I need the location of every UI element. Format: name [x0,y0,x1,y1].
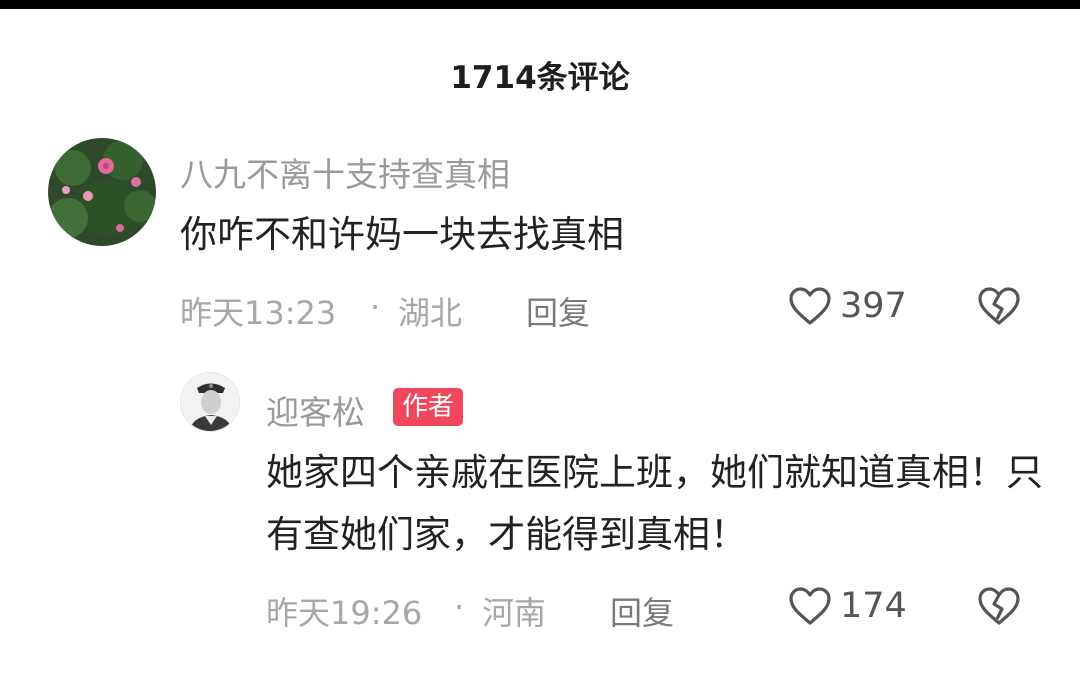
soldier-portrait-avatar-icon [181,373,239,431]
comment-location: 河南 [482,594,547,632]
heart-outline-icon[interactable] [788,586,832,634]
reply-button[interactable]: 回复 [526,288,590,334]
comment-time: 昨天13:23 [180,294,337,332]
comments-page: 1714条评论 八九不离十支持查真相 你咋不和许妈一块去找真相 昨天13:23 [0,0,1080,676]
reply-button[interactable]: 回复 [610,588,674,634]
author-badge: 作者 [393,388,464,426]
status-bar-edge [0,0,1080,9]
meta-separator: · [454,588,465,626]
comment-location: 湖北 [398,294,463,332]
flower-avatar-icon [48,138,156,246]
comment-meta: 昨天13:23 · 湖北 回复 397 [0,282,1080,332]
heart-outline-icon[interactable] [788,286,832,334]
user-avatar[interactable] [48,138,156,246]
user-avatar[interactable] [180,372,240,432]
comment-text: 她家四个亲戚在医院上班，她们就知道真相！只有查她们家，才能得到真相！ [266,451,1043,556]
comment-text: 你咋不和许妈一块去找真相 [180,213,624,256]
broken-heart-icon[interactable] [977,586,1021,634]
comment-time: 昨天19:26 [266,594,423,632]
like-count: 397 [840,286,907,326]
broken-heart-icon[interactable] [977,286,1021,334]
like-count: 174 [840,586,907,626]
comment-username[interactable]: 迎客松 [266,386,365,434]
comment-username[interactable]: 八九不离十支持查真相 [180,148,510,196]
comment-meta: 昨天19:26 · 河南 回复 174 [0,582,1080,632]
meta-separator: · [370,288,381,326]
comment-count-title: 1714条评论 [450,60,630,96]
